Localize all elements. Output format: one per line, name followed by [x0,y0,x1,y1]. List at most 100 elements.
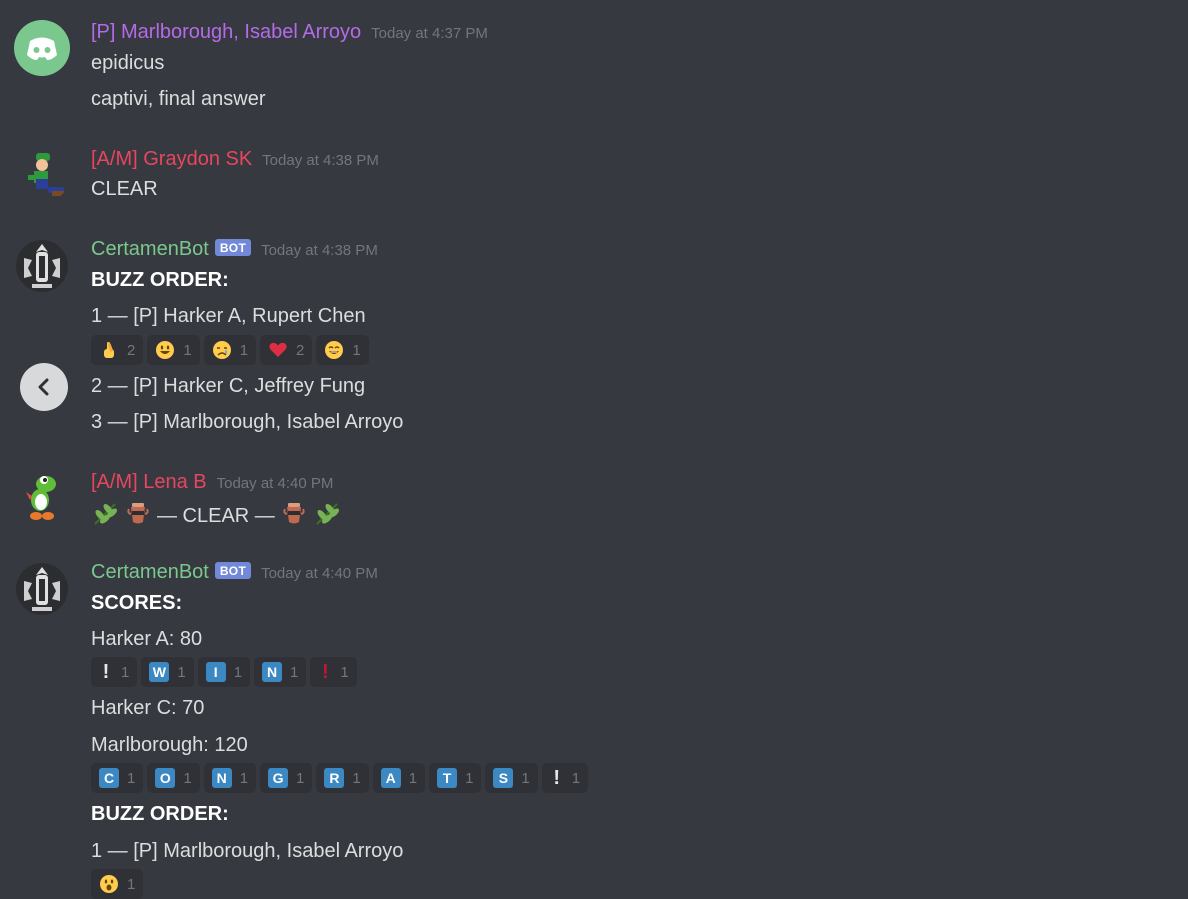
red-exclamation-icon: ! [322,660,329,683]
reaction-smiley[interactable]: 1 [147,335,200,365]
reaction-bar: C1 O1 N1 G1 R1 A1 T1 S1 ! 1 [91,763,589,793]
reaction-count: 1 [290,663,299,681]
amphora-icon [125,500,151,532]
timestamp: Today at 4:38 PM [262,152,379,169]
reaction-letter-n[interactable]: N1 [203,763,257,793]
reaction-letter-g[interactable]: G1 [260,763,313,793]
reaction-count: 1 [340,663,349,681]
author-name[interactable]: [A/M] Lena B Today at 4:40 PM [91,471,333,494]
reaction-heart[interactable]: 2 [260,335,313,365]
message-heading: BUZZ ORDER: [91,803,229,825]
regional-w-icon: W [149,662,170,682]
reaction-exclamation[interactable]: ! 1 [91,657,138,687]
author-name[interactable]: [P] Marlborough, Isabel Arroyo Today at 4… [91,21,488,44]
message-text: 1 — [P] Harker A, Rupert Chen [91,305,366,327]
reaction-crossed-fingers[interactable]: 2 [91,335,144,365]
reaction-count: 1 [233,663,243,681]
reaction-letter-i[interactable]: I1 [197,657,251,687]
reaction-letter-r[interactable]: R1 [316,763,369,793]
crossed-fingers-icon [99,340,119,360]
message-heading: BUZZ ORDER: [91,269,229,291]
reaction-exclamation[interactable]: ! 1 [541,763,589,793]
certamenbot-avatar[interactable] [14,561,70,617]
regional-t-icon: T [437,768,458,788]
timestamp: Today at 4:40 PM [261,565,378,582]
regional-o-icon: O [155,768,176,788]
author-name[interactable]: CertamenBot BOT Today at 4:40 PM [91,561,378,584]
smiley-icon [155,340,175,360]
message-text: Harker A: 80 [91,628,203,650]
amphora-icon [281,500,307,532]
exclamation-icon: ! [102,660,110,683]
reaction-count: 1 [352,341,361,359]
message-text: 3 — [P] Marlborough, Isabel Arroyo [91,411,404,433]
author-name[interactable]: [A/M] Graydon SK Today at 4:38 PM [91,148,379,171]
regional-a-icon: A [380,768,401,788]
certamenbot-avatar[interactable] [14,238,70,294]
timestamp: Today at 4:37 PM [371,25,488,42]
message-text: — CLEAR — [157,504,275,527]
reaction-letter-t[interactable]: T1 [429,763,482,793]
reaction-letter-w[interactable]: W1 [141,657,194,687]
reaction-letter-c[interactable]: C1 [91,763,144,793]
reaction-cry[interactable]: 1 [203,335,257,365]
reaction-count: 1 [465,769,474,787]
luigi-icon [28,153,64,196]
chevron-left-icon [38,378,49,396]
bot-badge: BOT [214,562,252,579]
bot-badge: BOT [214,239,252,256]
heart-icon [268,340,288,360]
reaction-count: 1 [183,341,192,359]
reaction-count: 1 [521,769,530,787]
cry-icon [212,340,232,360]
author-name[interactable]: CertamenBot BOT Today at 4:38 PM [91,238,378,261]
discord-avatar[interactable] [14,20,70,76]
regional-n-icon: N [211,768,232,788]
regional-s-icon: S [493,768,514,788]
back-button[interactable] [20,363,68,411]
reaction-count: 1 [127,875,136,893]
reaction-bar: 1 [91,869,144,899]
message-text-row: — CLEAR — [91,500,341,532]
yoshi-icon [26,476,56,520]
reaction-count: 1 [121,663,130,681]
exclamation-icon: ! [553,766,561,789]
reaction-count: 1 [352,769,361,787]
reaction-letter-a[interactable]: A1 [372,763,426,793]
reaction-red-exclamation[interactable]: ! 1 [310,657,357,687]
reaction-count: 1 [408,769,418,787]
reaction-bar: 2 1 1 2 1 [91,335,369,365]
message-text: 1 — [P] Marlborough, Isabel Arroyo [91,840,404,862]
discord-logo-icon [27,37,57,60]
reaction-count: 1 [296,769,305,787]
reaction-count: 1 [177,663,186,681]
crest-icon [16,240,68,292]
reaction-bar: ! 1 W1 I1 N1 ! 1 [91,657,357,687]
reaction-letter-n[interactable]: N1 [254,657,307,687]
open-mouth-icon [99,874,119,894]
reaction-count: 1 [239,769,249,787]
timestamp: Today at 4:40 PM [216,475,334,492]
yoshi-avatar[interactable] [14,470,70,526]
message-text: captivi, final answer [91,88,266,110]
smile-icon [324,340,344,360]
message-text: epidicus [91,52,165,74]
reaction-count: 1 [127,769,136,787]
herb-icon [91,500,119,532]
message-text: Marlborough: 120 [91,734,248,756]
timestamp: Today at 4:38 PM [261,242,378,259]
reaction-count: 1 [571,769,581,787]
regional-c-icon: C [99,768,119,788]
message-text: CLEAR [91,178,158,200]
reaction-letter-s[interactable]: S1 [485,763,538,793]
message-text: 2 — [P] Harker C, Jeffrey Fung [91,375,366,397]
regional-n-icon: N [262,662,283,682]
luigi-avatar[interactable] [14,147,70,203]
reaction-smile[interactable]: 1 [316,335,369,365]
reaction-count: 2 [127,341,136,359]
reaction-letter-o[interactable]: O1 [147,763,200,793]
reaction-open-mouth[interactable]: 1 [91,869,144,899]
message-heading: SCORES: [91,592,183,614]
herb-icon [313,500,341,532]
reaction-count: 1 [183,769,192,787]
